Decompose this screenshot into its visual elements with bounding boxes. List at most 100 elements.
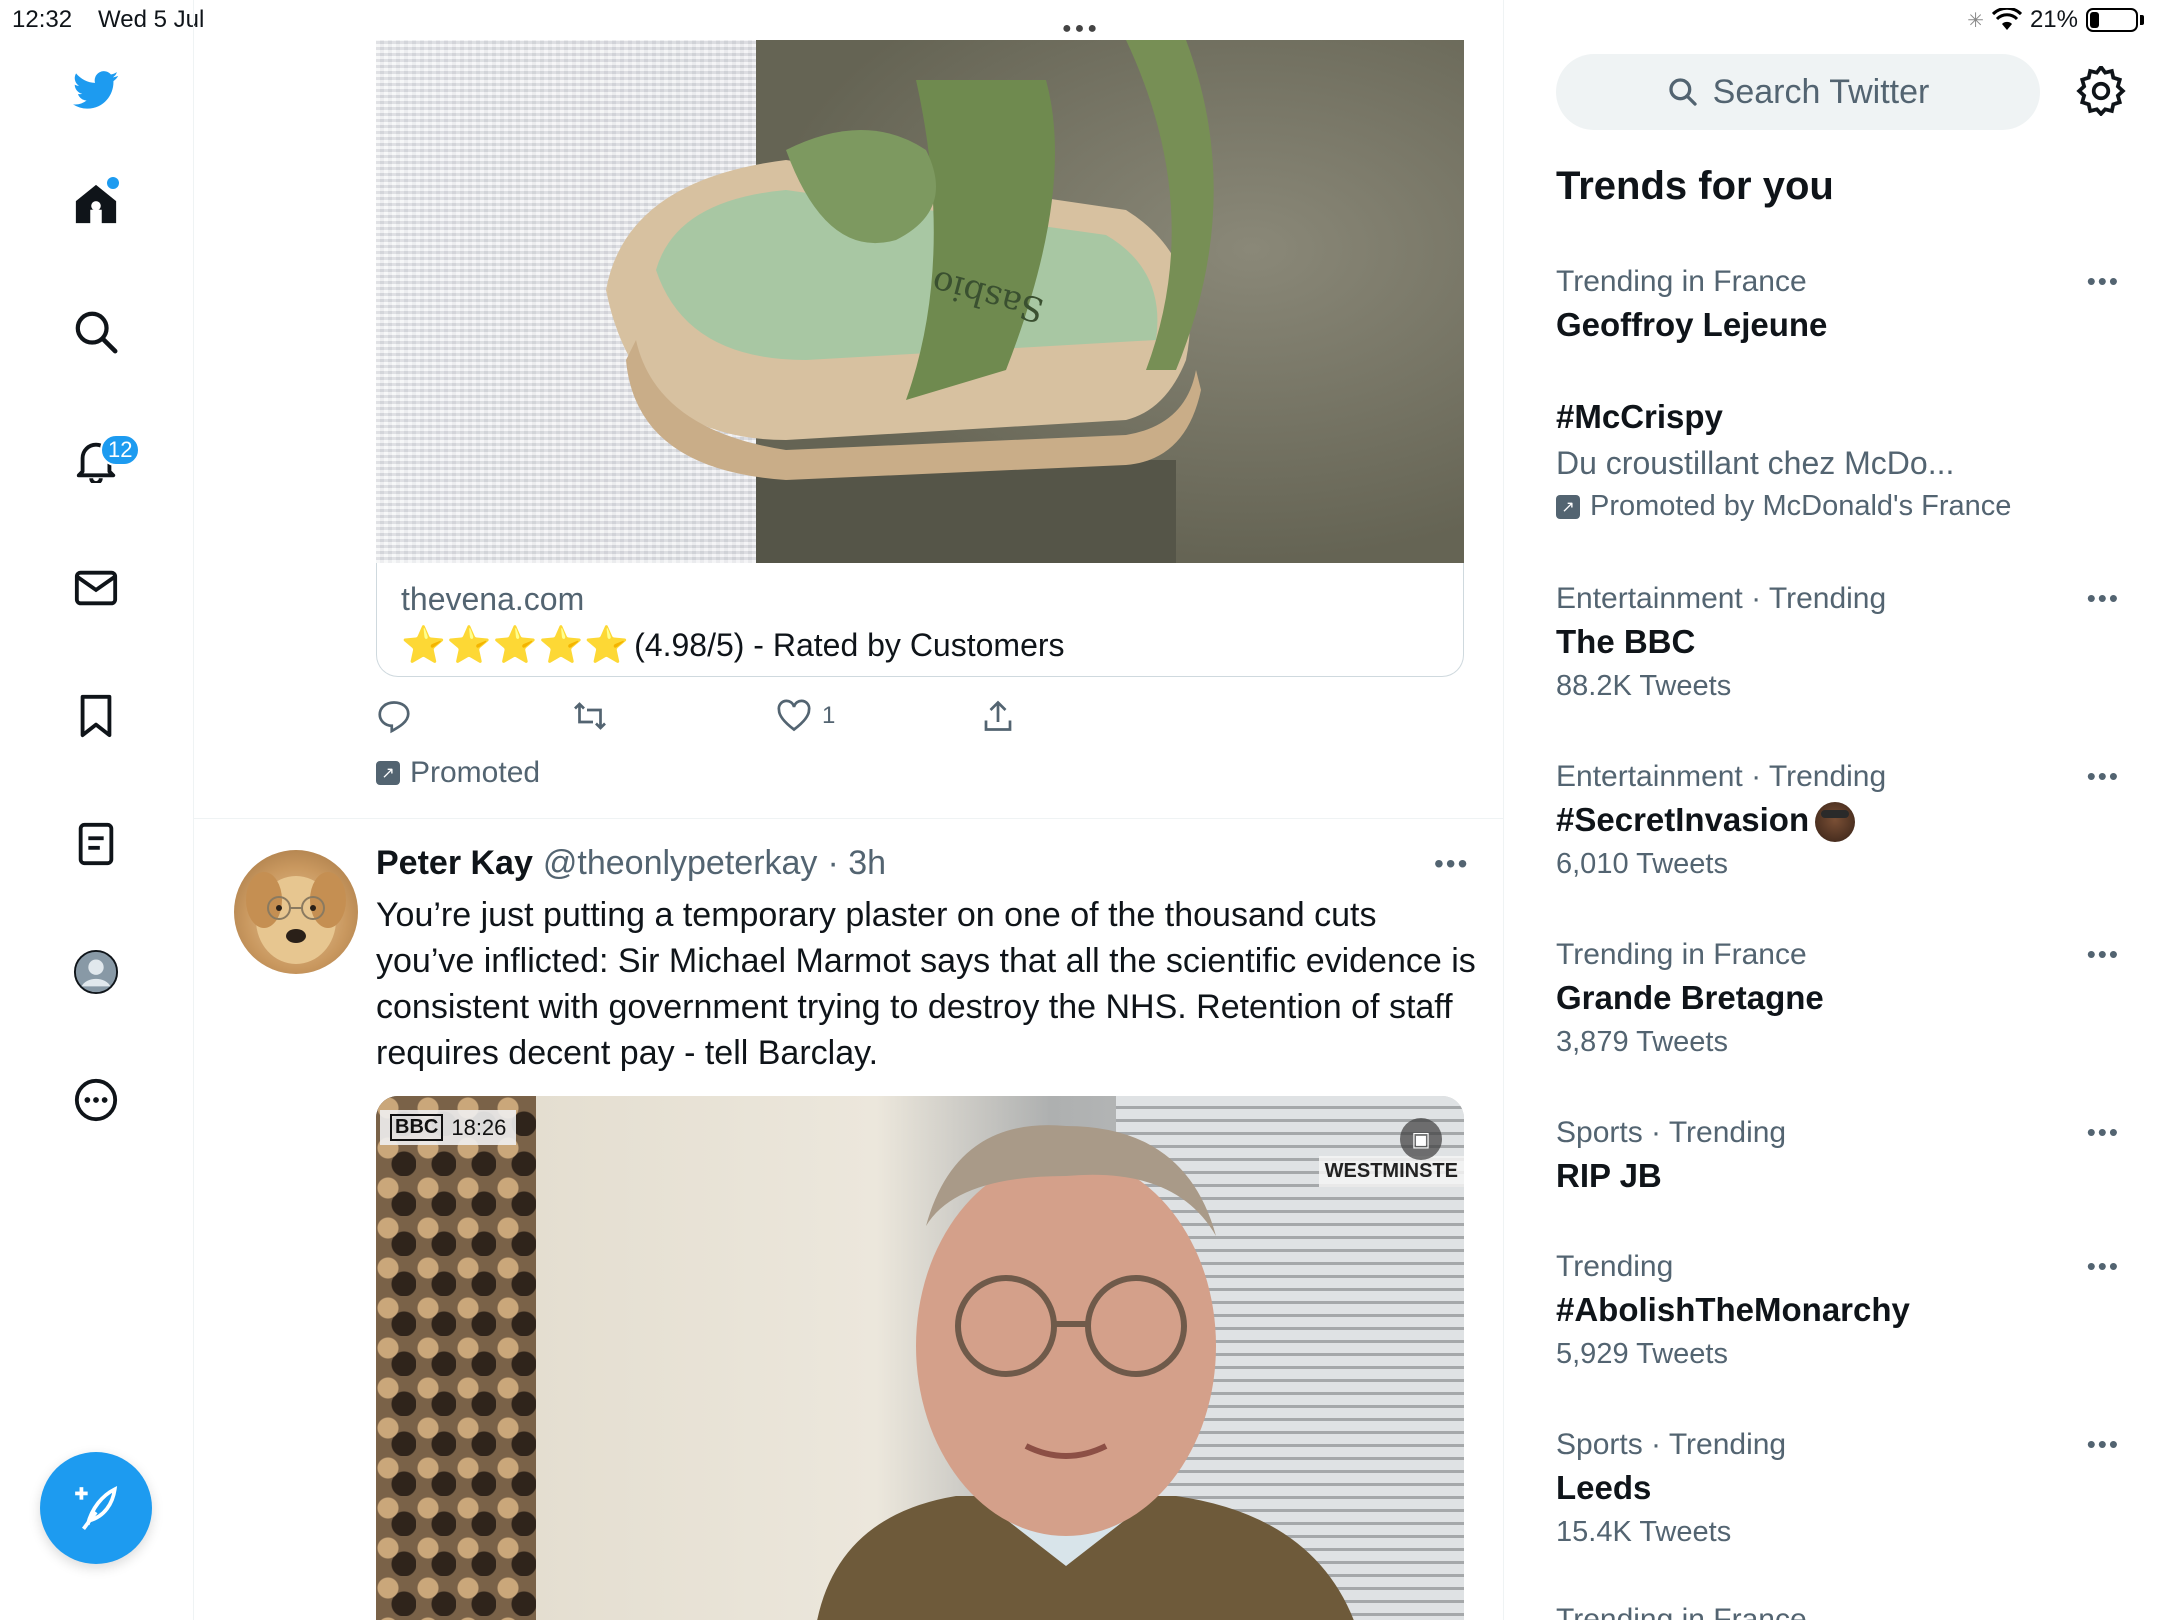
ad-domain[interactable]: thevena.com (401, 581, 1439, 618)
trend-context: Trending in France (1556, 1603, 1807, 1620)
trend-context: Entertainment · Trending (1556, 582, 1887, 615)
trend-item[interactable]: Trending #AbolishTheMonarchy 5,929 Tweet… (1556, 1247, 2118, 1375)
tweet-time[interactable]: · 3h (827, 844, 886, 883)
compose-tweet-button[interactable] (40, 1452, 152, 1564)
trend-context: Sports · Trending (1556, 1116, 1787, 1149)
heart-icon (777, 699, 811, 732)
tweet-more-icon[interactable]: ••• (1434, 848, 1469, 880)
trend-count: 5,929 Tweets (1556, 1338, 1728, 1370)
notifications-badge: 12 (100, 434, 141, 466)
notifications-bell-icon[interactable]: 12 (56, 420, 141, 500)
tweet-header: Peter Kay @theonlypeterkay · 3h (376, 844, 886, 883)
trend-promoted-by: ↗ Promoted by McDonald's France (1556, 490, 2116, 523)
secret-invasion-emoji-icon (1815, 802, 1856, 843)
trend-item[interactable]: Trending in France Grande Bretagne 3,879… (1556, 935, 2118, 1063)
home-unread-dot (107, 177, 119, 189)
video-curtain (376, 1096, 536, 1620)
trend-more-icon[interactable]: ••• (2087, 266, 2120, 297)
trend-name: #AbolishTheMonarchy (1556, 1291, 1910, 1328)
trend-more-icon[interactable]: ••• (2087, 1251, 2120, 1282)
promoted-text: Promoted (410, 756, 541, 789)
trend-item[interactable]: Trending in France (1556, 1600, 2116, 1620)
promoted-label: ↗ Promoted (376, 756, 540, 790)
location-caption: WESTMINSTE (1318, 1156, 1464, 1187)
trend-name-text: #SecretInvasion (1556, 801, 1810, 838)
trend-name: #SecretInvasion (1556, 797, 2116, 843)
retweet-icon (574, 702, 606, 730)
right-sidebar: Search Twitter Trends for you Trending i… (1504, 0, 2160, 1620)
trend-name: Grande Bretagne (1556, 979, 1824, 1016)
retweet-button[interactable] (572, 698, 608, 734)
trend-item[interactable]: Trending in France Geoffroy Lejeune ••• (1556, 262, 2118, 348)
trend-name: The BBC (1556, 623, 1696, 660)
trend-count: 3,879 Tweets (1556, 1026, 1728, 1058)
ad-card-footer[interactable]: thevena.com ⭐⭐⭐⭐⭐ (4.98/5) - Rated by Cu… (376, 563, 1464, 677)
trend-more-icon[interactable]: ••• (2087, 1117, 2120, 1148)
trend-promoted-text: Promoted by McDonald's France (1590, 490, 2012, 522)
left-navigation: 12 (0, 0, 194, 1620)
reply-icon (378, 701, 410, 734)
search-input[interactable]: Search Twitter (1556, 54, 2040, 130)
tweet-divider (194, 818, 1503, 819)
share-icon (984, 700, 1012, 731)
trends-title: Trends for you (1556, 164, 1834, 208)
ad-image-sandal[interactable]: Sasbio (376, 40, 1464, 563)
trend-context: Entertainment · Trending (1556, 760, 1887, 793)
trend-name: Leeds (1556, 1469, 1652, 1506)
tweet-video[interactable]: BBC 18:26 WESTMINSTE ▣ (376, 1096, 1464, 1620)
rating-stars: ⭐⭐⭐⭐⭐ (401, 624, 631, 665)
channel-logo: BBC (390, 1114, 444, 1141)
trend-more-icon[interactable]: ••• (2087, 1429, 2120, 1460)
share-button[interactable] (980, 698, 1016, 734)
reply-button[interactable] (376, 698, 412, 734)
trend-more-icon[interactable]: ••• (2087, 761, 2120, 792)
like-button[interactable]: 1 (776, 698, 835, 734)
search-icon[interactable] (56, 292, 136, 372)
like-count: 1 (822, 702, 836, 729)
trend-item[interactable]: Sports · Trending Leeds 15.4K Tweets ••• (1556, 1425, 2118, 1553)
trend-count: 15.4K Tweets (1556, 1516, 1732, 1548)
home-icon[interactable] (56, 164, 136, 244)
ad-tagline: ⭐⭐⭐⭐⭐ (4.98/5) - Rated by Customers (401, 624, 1439, 666)
trend-item[interactable]: Entertainment · Trending The BBC 88.2K T… (1556, 579, 2118, 707)
broadcast-tag: BBC 18:26 (380, 1110, 517, 1145)
twitter-logo-icon[interactable] (56, 50, 136, 130)
video-person-frame (817, 1125, 1354, 1620)
bookmark-icon[interactable] (56, 676, 136, 756)
trend-count: 88.2K Tweets (1556, 670, 1732, 702)
settings-gear-icon[interactable] (2076, 66, 2126, 116)
messages-mail-icon[interactable] (56, 548, 136, 628)
more-options-icon[interactable] (56, 1060, 136, 1140)
trend-context: Trending in France (1556, 938, 1807, 971)
tweet-text: You’re just putting a temporary plaster … (376, 896, 1476, 1072)
trend-more-icon[interactable]: ••• (2087, 939, 2120, 970)
search-placeholder: Search Twitter (1712, 72, 1930, 111)
dog-avatar-image (246, 872, 346, 964)
profile-avatar-icon[interactable] (56, 932, 136, 1012)
promoted-arrow-icon: ↗ (1556, 494, 1580, 519)
search-icon (1668, 78, 1697, 106)
lists-icon[interactable] (56, 804, 136, 884)
trend-name: RIP JB (1556, 1157, 1662, 1194)
trend-context: Trending (1556, 1250, 1674, 1283)
caption-toggle-icon[interactable]: ▣ (1400, 1118, 1442, 1160)
trend-count: 6,010 Tweets (1556, 848, 1728, 880)
trend-name: #McCrispy (1556, 398, 1723, 435)
avatar[interactable] (234, 850, 358, 974)
ad-rating-text: (4.98/5) - Rated by Customers (634, 626, 1065, 663)
trend-item[interactable]: Sports · Trending RIP JB ••• (1556, 1113, 2118, 1199)
trend-context: Trending in France (1556, 265, 1807, 298)
tweet-author-name[interactable]: Peter Kay (376, 844, 533, 883)
promoted-arrow-icon: ↗ (376, 761, 400, 785)
trend-name: Geoffroy Lejeune (1556, 306, 1828, 343)
broadcast-clock: 18:26 (451, 1114, 507, 1140)
sandal-illustration: Sasbio (606, 40, 1214, 480)
timeline[interactable]: Sasbio thevena.com ⭐⭐⭐⭐⭐ (4.98/5) - Rate… (194, 0, 1504, 1620)
trend-more-icon[interactable]: ••• (2087, 583, 2120, 614)
feather-plus-icon (75, 1485, 118, 1530)
trend-item[interactable]: Entertainment · Trending #SecretInvasion… (1556, 757, 2118, 885)
promoted-trend-item[interactable]: #McCrispy Du croustillant chez McDo... ↗… (1556, 394, 2116, 523)
trend-context: Sports · Trending (1556, 1428, 1787, 1461)
tweet-author-handle[interactable]: @theonlypeterkay (543, 844, 818, 883)
trend-description: Du croustillant chez McDo... (1556, 445, 1955, 481)
